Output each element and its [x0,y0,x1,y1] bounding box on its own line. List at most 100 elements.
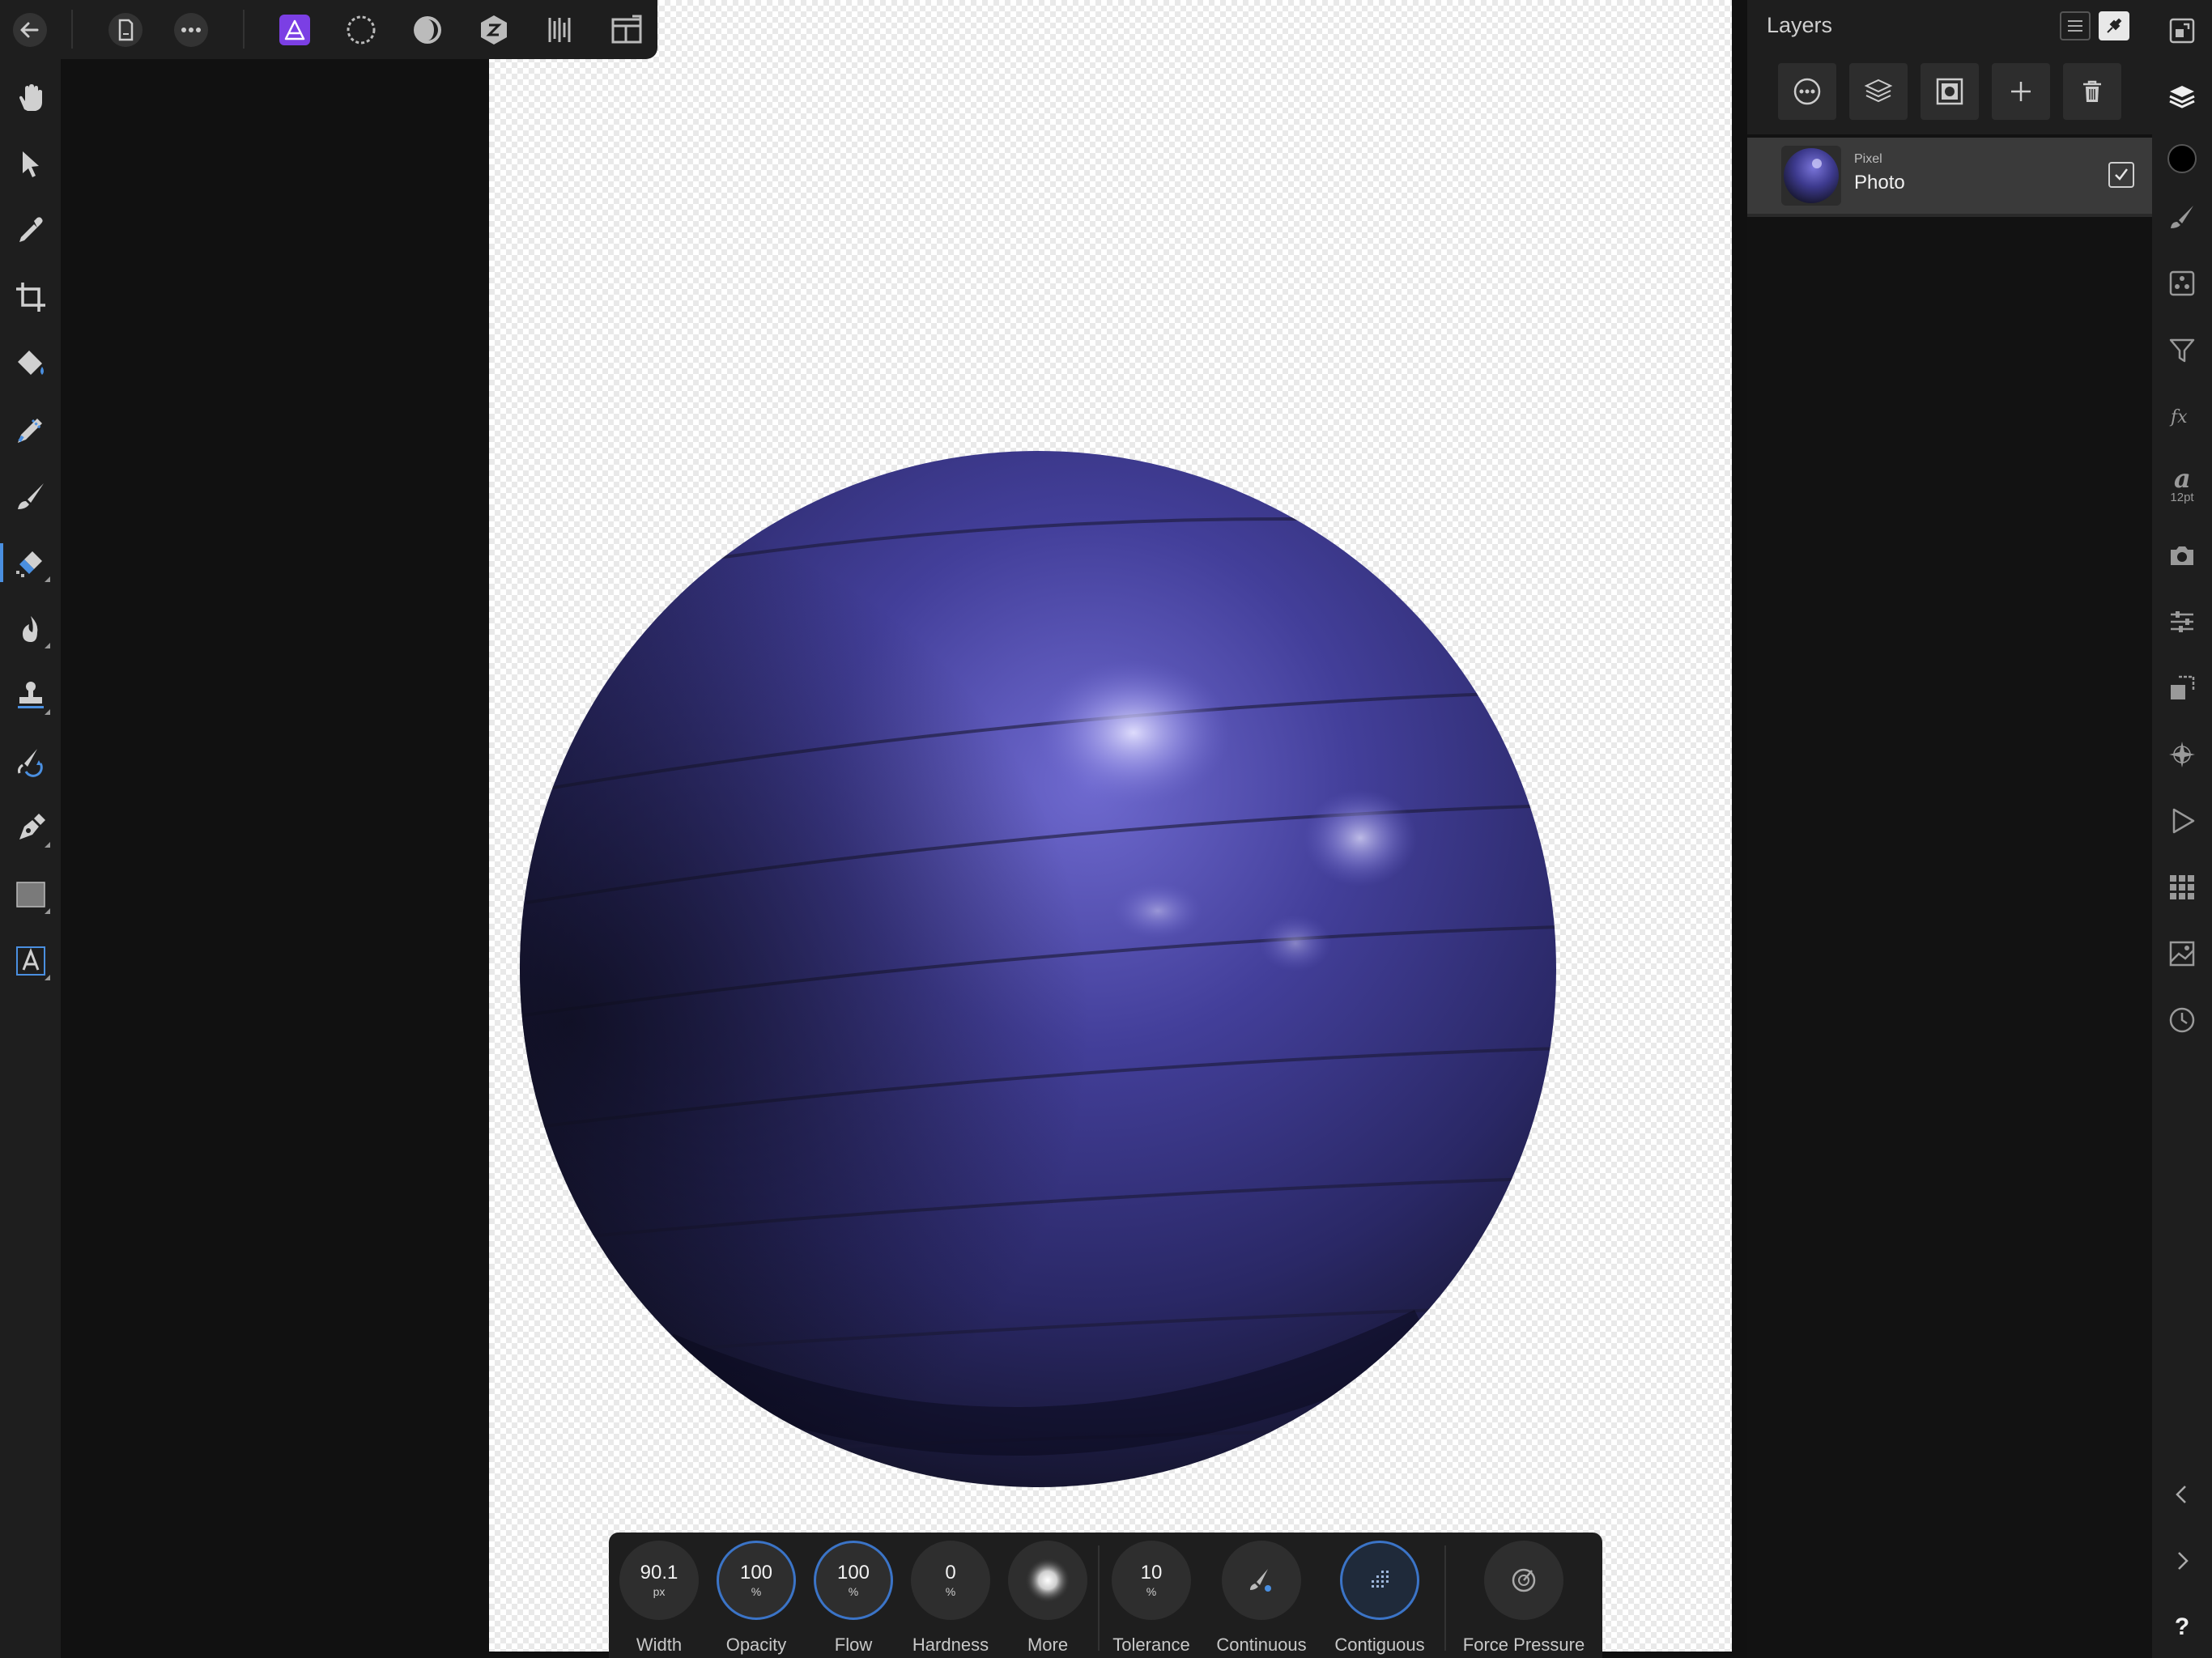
layers-icon [2169,86,2195,108]
collapse-panel-button[interactable] [2161,1473,2203,1516]
contiguous-toggle[interactable]: Contiguous [1331,1541,1428,1658]
document-icon [108,13,143,47]
tolerance-control[interactable]: 10 % Tolerance [1103,1541,1200,1658]
layer-row[interactable]: Pixel Photo [1747,138,2152,214]
crop-icon [16,283,45,312]
continuous-brush-icon [1250,1569,1271,1592]
character-icon: a [2174,465,2191,492]
pin-icon [2107,18,2122,33]
navigator-studio-button[interactable] [2161,10,2203,52]
opacity-control[interactable]: 100 % Opacity [708,1541,805,1658]
layer-stack-icon [1864,79,1893,103]
swatches-studio-button[interactable] [2161,866,2203,908]
blend-options-button[interactable] [1778,63,1836,120]
move-tool[interactable] [10,143,52,185]
tool-flyout-indicator [45,576,50,582]
layer-stack-button[interactable] [1849,63,1908,120]
toolbar-separator [71,10,73,49]
channels-studio-button[interactable] [2161,262,2203,304]
clone-tool[interactable] [10,674,52,716]
more-button[interactable] [171,10,211,50]
contiguous-label: Contiguous [1334,1635,1425,1655]
paint-brush-tool[interactable] [10,475,52,517]
opacity-dial[interactable]: 100 % [717,1541,796,1620]
tone-mapping-persona-icon [481,15,507,45]
layers-studio-button[interactable] [2161,76,2203,118]
more-label: More [1027,1635,1069,1655]
continuous-toggle[interactable]: Continuous [1213,1541,1310,1658]
mask-icon [1936,78,1963,105]
photo-persona-button[interactable] [274,10,315,50]
pin-panel-button[interactable] [2099,11,2129,40]
document-button[interactable] [105,10,146,50]
hardness-dial[interactable]: 0 % [911,1541,990,1620]
tool-flyout-indicator [45,842,50,848]
contiguous-button[interactable] [1340,1541,1419,1620]
force-pressure-toggle[interactable]: Force Pressure [1459,1541,1589,1658]
width-label: Width [636,1635,683,1655]
export-persona-button[interactable] [540,10,581,50]
tone-mapping-persona-button[interactable] [474,10,514,50]
camera-icon [2171,546,2193,565]
width-control[interactable]: 90.1 px Width [610,1541,708,1658]
develop-persona-button[interactable] [407,10,448,50]
stock-studio-button[interactable] [2161,933,2203,975]
view-tool[interactable] [10,77,52,119]
tolerance-label: Tolerance [1112,1635,1190,1655]
add-mask-button[interactable] [1921,63,1979,120]
context-toolbar: 90.1 px Width 100 % Opacity 100 % Flow 0… [609,1533,1602,1658]
color-picker-tool[interactable] [10,210,52,252]
artistic-text-tool[interactable] [10,940,52,982]
develop-persona-icon [414,16,441,44]
more-options-button[interactable] [1008,1541,1087,1620]
burn-tool[interactable] [10,608,52,650]
top-toolbar [0,0,657,59]
expand-panel-button[interactable] [2161,1540,2203,1582]
liquify-persona-button[interactable] [341,10,381,50]
history-studio-button[interactable] [2161,999,2203,1041]
paint-brush-icon [18,483,44,509]
snapshots-studio-button[interactable] [2161,534,2203,576]
undo-brush-tool[interactable] [10,741,52,783]
crop-tool[interactable] [10,276,52,318]
checkmark-icon [2115,168,2128,181]
pen-tool[interactable] [10,807,52,849]
flow-control[interactable]: 100 % Flow [805,1541,902,1658]
width-value: 90.1 [640,1562,678,1584]
character-studio-button[interactable]: a 12pt [2161,458,2203,510]
flood-fill-tool[interactable] [10,342,52,385]
flow-unit: % [848,1585,859,1598]
tolerance-dial[interactable]: 10 % [1112,1541,1191,1620]
transform-studio-button[interactable] [2161,667,2203,709]
hardness-control[interactable]: 0 % Hardness [902,1541,999,1658]
more-options-control[interactable]: More [999,1541,1096,1658]
funnel-icon [2169,338,2195,363]
macro-studio-button[interactable] [2161,800,2203,842]
add-layer-button[interactable] [1992,63,2050,120]
back-button[interactable] [10,10,50,50]
view-mode-button[interactable] [606,10,647,50]
chevron-left-icon [2176,1486,2186,1503]
opacity-value: 100 [739,1562,773,1584]
brushes-studio-button[interactable] [2161,196,2203,238]
layers-panel-title: Layers [1767,13,1833,37]
erase-brush-tool[interactable] [0,542,52,584]
tool-flyout-indicator [45,643,50,648]
width-dial[interactable]: 90.1 px [619,1541,699,1620]
navigator-compass-button[interactable] [2161,733,2203,776]
delete-layer-button[interactable] [2063,63,2121,120]
panel-options-button[interactable] [2060,11,2091,40]
rectangle-tool[interactable] [10,874,52,916]
continuous-button[interactable] [1222,1541,1301,1620]
filters-studio-button[interactable] [2161,329,2203,371]
flow-dial[interactable]: 100 % [814,1541,893,1620]
context-separator [1098,1545,1100,1651]
layer-visibility-checkbox[interactable] [2108,162,2134,188]
force-pressure-button[interactable] [1484,1541,1563,1620]
adjustments-studio-button[interactable] [2161,601,2203,643]
selection-brush-tool[interactable] [10,409,52,451]
colour-studio-button[interactable] [2161,138,2203,180]
width-unit: px [653,1585,666,1598]
help-button[interactable]: ? [2161,1606,2203,1648]
effects-studio-button[interactable]: fx [2161,395,2203,437]
